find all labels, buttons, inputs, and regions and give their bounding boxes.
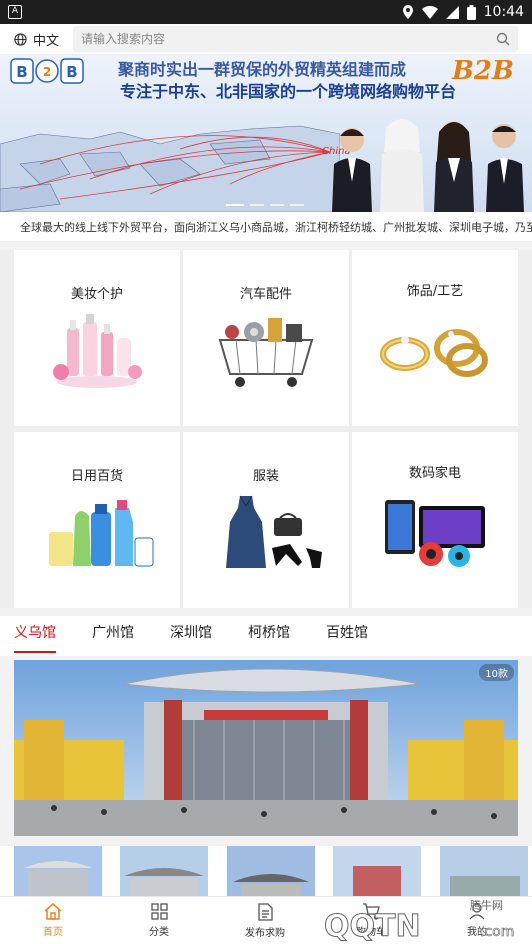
signal-icon xyxy=(445,5,459,19)
nav-categories[interactable]: 分类 xyxy=(106,897,212,944)
category-label: 日用百货 xyxy=(70,469,123,484)
search-icon[interactable] xyxy=(496,32,510,46)
category-digital-appliances[interactable]: 数码家电 xyxy=(352,432,518,608)
carousel-dot[interactable] xyxy=(250,204,264,206)
carousel-dot[interactable] xyxy=(290,204,304,206)
auto-parts-icon xyxy=(218,318,314,387)
logo-letter-2: 2 xyxy=(43,65,51,79)
nav-label: 分类 xyxy=(149,927,169,938)
wifi-icon xyxy=(421,5,438,19)
category-clothing[interactable]: 服装 xyxy=(183,432,349,608)
home-icon xyxy=(44,903,62,920)
electronics-icon xyxy=(385,500,485,567)
tab-shenzhen[interactable]: 深圳馆 xyxy=(170,616,212,656)
nav-label: 首页 xyxy=(43,927,63,938)
photo-count-badge: 10款 xyxy=(479,664,514,681)
grid-icon xyxy=(150,903,168,920)
category-grid: 美妆个护 汽车配件 饰品/工艺 日用百货 服装 数码家电 xyxy=(0,250,532,608)
language-switcher[interactable]: 中文 xyxy=(14,30,59,49)
logo-letter-1: B xyxy=(16,63,27,81)
banner-headline-top: 聚商时实出一群贸保的外贸精英组建而成 xyxy=(118,60,407,79)
watermark-suffix: .com xyxy=(480,924,514,940)
battery-icon xyxy=(466,4,476,20)
category-label: 美妆个护 xyxy=(70,287,123,302)
search-input[interactable] xyxy=(81,32,496,46)
category-label: 汽车配件 xyxy=(239,287,292,302)
tab-guangzhou[interactable]: 广州馆 xyxy=(92,616,134,656)
business-people-graphic xyxy=(332,119,524,212)
status-bar: A 10:44 xyxy=(0,0,532,24)
nav-home[interactable]: 首页 xyxy=(0,897,106,944)
qqtn-watermark: 腾牛网 QQTN .com xyxy=(324,898,515,944)
document-icon xyxy=(257,902,273,921)
banner-brand: B2B xyxy=(451,56,514,86)
carousel-indicators[interactable] xyxy=(226,204,304,206)
category-cosmetics[interactable]: 美妆个护 xyxy=(14,250,180,426)
category-label: 服装 xyxy=(252,469,279,484)
dress-icon xyxy=(226,495,322,568)
world-map-graphic xyxy=(0,125,340,212)
category-daily-goods[interactable]: 日用百货 xyxy=(14,432,180,608)
carousel-dot[interactable] xyxy=(270,204,284,206)
watermark-site: 腾牛网 xyxy=(470,898,503,912)
pavilion-tabs: 义乌馆 广州馆 深圳馆 柯桥馆 百姓馆 xyxy=(0,616,532,656)
category-label: 数码家电 xyxy=(408,466,461,481)
promo-banner[interactable]: B 2 B 聚商时实出一群贸保的外贸精英组建而成 专注于中东、北非国家的一个跨境… xyxy=(0,54,532,212)
announcement-bar[interactable]: 全球最大的线上线下外贸平台，面向浙江义乌小商品城，浙江柯桥轻纺城、广州批发城、深… xyxy=(0,212,532,242)
cosmetics-icon xyxy=(53,314,142,388)
b2b-logo: B 2 B xyxy=(10,58,84,84)
top-header: 中文 xyxy=(0,24,532,54)
announcement-text: 全球最大的线上线下外贸平台，面向浙江义乌小商品城，浙江柯桥轻纺城、广州批发城、深… xyxy=(20,220,532,234)
location-icon xyxy=(402,5,413,19)
nav-label: 发布求购 xyxy=(245,927,285,939)
carousel-dot[interactable] xyxy=(226,204,244,206)
detergents-icon xyxy=(49,500,154,567)
category-accessories-crafts[interactable]: 饰品/工艺 xyxy=(352,250,518,426)
globe-icon xyxy=(14,32,27,46)
category-label: 饰品/工艺 xyxy=(406,284,464,299)
watermark-brand: QQTN xyxy=(324,909,421,944)
notification-icon: A xyxy=(8,5,22,19)
category-auto-parts[interactable]: 汽车配件 xyxy=(183,250,349,426)
market-building-photo[interactable] xyxy=(14,660,518,836)
app-screen: A 10:44 中文 B 2 B 聚商时实出一群贸保的外贸精英组建而成 xyxy=(0,0,532,944)
tab-keqiao[interactable]: 柯桥馆 xyxy=(248,616,290,656)
nav-post-request[interactable]: 发布求购 xyxy=(212,897,318,944)
tab-baixing[interactable]: 百姓馆 xyxy=(326,616,368,656)
rings-icon xyxy=(380,329,488,377)
clock: 10:44 xyxy=(483,4,524,20)
language-label: 中文 xyxy=(33,33,60,49)
logo-letter-3: B xyxy=(66,63,77,81)
tab-yiwu[interactable]: 义乌馆 xyxy=(14,616,56,656)
search-bar[interactable] xyxy=(73,26,518,52)
